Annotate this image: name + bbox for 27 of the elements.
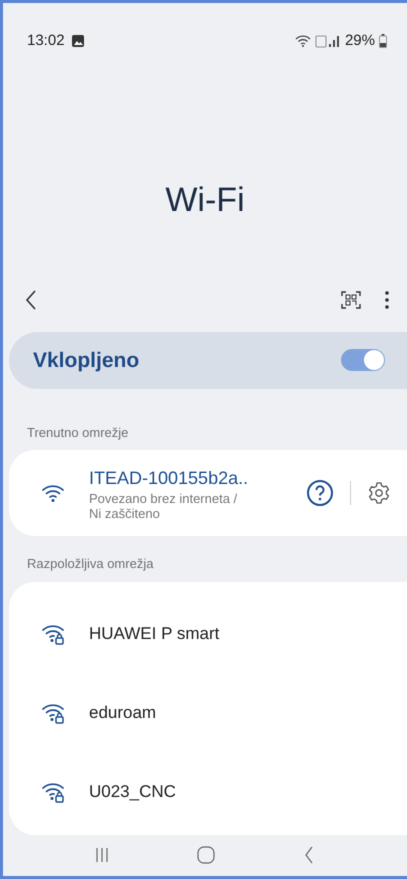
network-item[interactable]: HUAWEI P smart: [41, 594, 407, 673]
wifi-icon: [294, 34, 311, 48]
network-item[interactable]: U023_CNC: [41, 752, 407, 831]
battery-level: 29%: [344, 30, 375, 51]
more-options-icon[interactable]: [385, 291, 389, 310]
back-icon[interactable]: [304, 846, 314, 864]
settings-icon[interactable]: [367, 481, 391, 506]
recent-apps-icon[interactable]: [96, 847, 108, 864]
qr-scan-icon[interactable]: [341, 290, 361, 310]
network-status: Povezano brez interneta / Ni zaščiteno: [89, 492, 238, 522]
wifi-toggle[interactable]: [341, 349, 385, 372]
network-name[interactable]: ITEAD-100155b2a..: [89, 464, 290, 492]
network-name: U023_CNC: [89, 780, 176, 803]
section-header: Trenutno omrežje: [27, 424, 128, 440]
battery-icon: [379, 34, 387, 48]
back-icon[interactable]: [25, 289, 37, 312]
help-icon[interactable]: [306, 479, 334, 508]
network-name: eduroam: [89, 702, 156, 724]
image-icon: [70, 34, 85, 48]
section-header: Razpoložljiva omrežja: [27, 556, 154, 572]
home-icon[interactable]: [196, 846, 215, 864]
network-item[interactable]: eduroam: [41, 672, 407, 752]
page-title: Wi-Fi: [165, 181, 245, 220]
switch-label: Vklopljeno: [33, 348, 140, 374]
signal-icon: [314, 34, 341, 48]
network-name: HUAWEI P smart: [89, 622, 220, 645]
clock-time: 13:02: [27, 30, 65, 51]
